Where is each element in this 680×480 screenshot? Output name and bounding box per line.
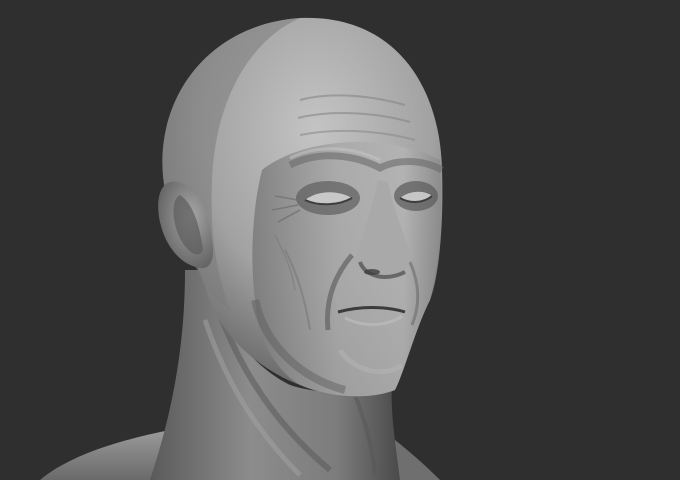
nostril [364, 269, 380, 275]
sculpt-render [40, 17, 444, 480]
render-viewport [0, 0, 680, 480]
